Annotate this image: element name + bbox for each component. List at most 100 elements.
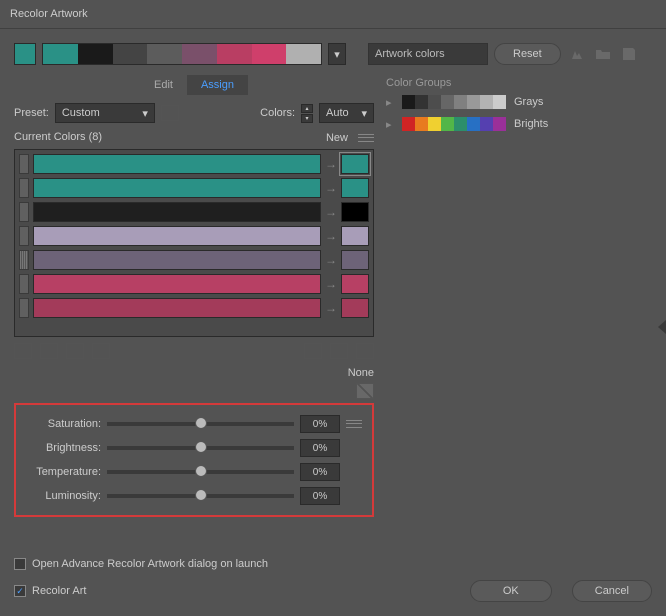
tool-grid2-icon[interactable]	[330, 343, 348, 359]
slider-value[interactable]: 0%	[300, 439, 340, 457]
color-list-menu-icon[interactable]	[358, 131, 374, 145]
slider-menu-icon[interactable]	[346, 417, 362, 431]
current-color-bar[interactable]	[33, 154, 321, 174]
preset-select[interactable]: Custom▾	[55, 103, 155, 123]
new-color-swatch[interactable]	[341, 154, 369, 174]
none-label: None	[348, 367, 374, 379]
colors-value: Auto	[326, 107, 349, 119]
slider-value[interactable]: 0%	[300, 487, 340, 505]
color-row[interactable]: →	[19, 154, 369, 174]
tool-separate-icon[interactable]	[40, 343, 58, 359]
open-advance-label: Open Advance Recolor Artwork dialog on l…	[32, 558, 268, 570]
colors-select[interactable]: Auto▾	[319, 103, 374, 123]
color-group-name: Grays	[514, 96, 543, 108]
arrow-icon: →	[325, 229, 337, 243]
get-colors-icon[interactable]	[567, 44, 587, 64]
tool-exclude-icon[interactable]	[66, 343, 84, 359]
tab-edit[interactable]: Edit	[140, 75, 187, 95]
row-handle[interactable]	[19, 298, 29, 318]
color-row[interactable]: →	[19, 250, 369, 270]
row-handle[interactable]	[19, 274, 29, 294]
tool-grid1-icon[interactable]	[304, 343, 322, 359]
new-label: New	[326, 132, 348, 144]
current-color-bar[interactable]	[33, 274, 321, 294]
slider-thumb[interactable]	[195, 465, 207, 477]
current-color-bar[interactable]	[33, 226, 321, 246]
row-handle[interactable]	[19, 154, 29, 174]
new-color-swatch[interactable]	[341, 178, 369, 198]
color-group-strip	[402, 117, 506, 131]
tool-merge-icon[interactable]	[14, 343, 32, 359]
color-strip-dropdown[interactable]: ▾	[328, 43, 346, 65]
row-handle[interactable]	[19, 226, 29, 246]
slider-label: Saturation:	[26, 418, 101, 430]
preset-value: Custom	[62, 107, 100, 119]
recolor-dialog: Recolor Artwork ▾ Reset Edit Assign Pres…	[0, 0, 666, 616]
slider-track[interactable]	[107, 422, 294, 426]
color-method-field[interactable]	[368, 43, 488, 65]
slider-track[interactable]	[107, 446, 294, 450]
color-strip[interactable]	[42, 43, 322, 65]
colors-stepper[interactable]: ▴▾	[301, 104, 313, 123]
color-row[interactable]: →	[19, 202, 369, 222]
cancel-button[interactable]: Cancel	[572, 580, 652, 602]
row-handle[interactable]	[19, 202, 29, 222]
recolor-art-label: Recolor Art	[32, 585, 86, 597]
slider-thumb[interactable]	[195, 417, 207, 429]
color-row[interactable]: →	[19, 178, 369, 198]
sliders-panel: Saturation: 0% Brightness: 0% Temperatur…	[14, 403, 374, 517]
arrow-icon: →	[325, 205, 337, 219]
current-color-bar[interactable]	[33, 178, 321, 198]
row-handle[interactable]	[19, 178, 29, 198]
tool-new-row-icon[interactable]	[92, 343, 110, 359]
active-color-swatch[interactable]	[14, 43, 36, 65]
arrow-icon: →	[325, 277, 337, 291]
right-panel: Color Groups ▸ Grays ▸ Brights	[386, 75, 652, 544]
arrow-icon: →	[325, 253, 337, 267]
disclosure-icon[interactable]: ▸	[386, 96, 394, 109]
color-group[interactable]: ▸ Brights	[386, 117, 652, 131]
arrow-icon: →	[325, 301, 337, 315]
slider-label: Temperature:	[26, 466, 101, 478]
slider-thumb[interactable]	[195, 441, 207, 453]
ok-button[interactable]: OK	[470, 580, 552, 602]
color-groups-header: Color Groups	[386, 77, 652, 89]
color-row[interactable]: →	[19, 298, 369, 318]
slider-track[interactable]	[107, 494, 294, 498]
new-color-swatch[interactable]	[341, 298, 369, 318]
color-row[interactable]: →	[19, 226, 369, 246]
disclosure-icon[interactable]: ▸	[386, 118, 394, 131]
arrow-icon: →	[325, 181, 337, 195]
new-color-swatch[interactable]	[341, 250, 369, 270]
footer: ✓ Recolor Art OK Cancel	[0, 576, 666, 616]
preset-options-icon[interactable]	[161, 105, 179, 121]
tools-row	[14, 343, 374, 359]
disk-icon[interactable]	[619, 44, 639, 64]
tab-assign[interactable]: Assign	[187, 75, 248, 95]
colors-label: Colors:	[260, 107, 295, 119]
row-handle[interactable]	[19, 250, 29, 270]
folder-icon[interactable]	[593, 44, 613, 64]
slider-label: Brightness:	[26, 442, 101, 454]
new-color-swatch[interactable]	[341, 274, 369, 294]
current-color-bar[interactable]	[33, 202, 321, 222]
color-group[interactable]: ▸ Grays	[386, 95, 652, 109]
left-panel: Edit Assign Preset: Custom▾ Colors: ▴▾	[14, 75, 374, 544]
current-colors-label: Current Colors (8)	[14, 131, 102, 145]
color-row[interactable]: →	[19, 274, 369, 294]
reset-button[interactable]: Reset	[494, 43, 561, 65]
slider-value[interactable]: 0%	[300, 415, 340, 433]
new-color-swatch[interactable]	[341, 202, 369, 222]
slider-value[interactable]: 0%	[300, 463, 340, 481]
slider-track[interactable]	[107, 470, 294, 474]
current-color-bar[interactable]	[33, 298, 321, 318]
new-color-swatch[interactable]	[341, 226, 369, 246]
none-swatch[interactable]	[356, 383, 374, 399]
recolor-art-checkbox[interactable]: ✓	[14, 585, 26, 597]
open-advance-checkbox[interactable]	[14, 558, 26, 570]
tool-find-icon[interactable]	[356, 343, 374, 359]
color-group-strip	[402, 95, 506, 109]
current-color-bar[interactable]	[33, 250, 321, 270]
slider-thumb[interactable]	[195, 489, 207, 501]
preset-row: Preset: Custom▾ Colors: ▴▾ Auto▾	[14, 103, 374, 123]
